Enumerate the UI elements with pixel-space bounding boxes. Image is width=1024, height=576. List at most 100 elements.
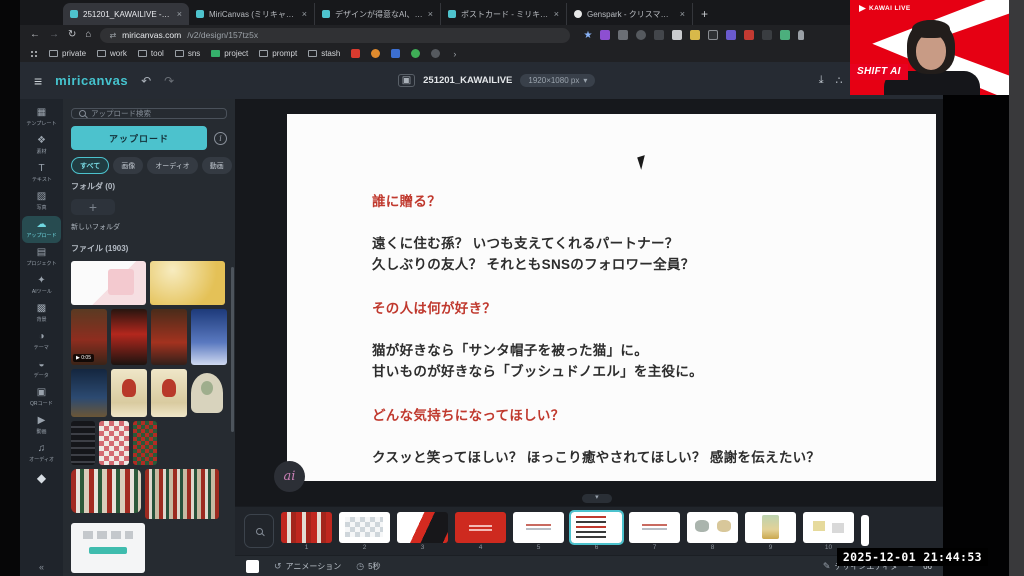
page-thumbnail[interactable]: [455, 512, 506, 543]
page-text-line[interactable]: 久しぶりの友人？ それともSNSのフォロワー全員？: [372, 254, 896, 275]
browser-tab[interactable]: 251201_KAWAILIVE - ミリキ ×: [63, 3, 189, 25]
extension-icon[interactable]: [780, 30, 790, 40]
page-thumbnail[interactable]: [861, 515, 869, 546]
page-thumbnail-item[interactable]: 1: [281, 512, 332, 551]
file-thumbnail[interactable]: [111, 309, 147, 365]
rail-item[interactable]: ▶ 動画: [22, 412, 61, 439]
page-thumbnail[interactable]: [571, 512, 622, 543]
rail-item[interactable]: ▦ テンプレート: [22, 104, 61, 131]
bookmark-favicon-icon[interactable]: [371, 49, 380, 58]
extension-icon[interactable]: [618, 30, 628, 40]
add-folder-button[interactable]: +: [71, 199, 115, 215]
page-thumbnail-item[interactable]: 2: [339, 512, 390, 551]
browser-tab[interactable]: Genspark - クリスマス グリー ×: [567, 3, 693, 25]
duration-button[interactable]: ◷ 5秒: [356, 561, 380, 572]
file-thumbnail[interactable]: [71, 261, 146, 305]
browser-tab[interactable]: デザインが得意なAI、ミリクル ×: [315, 3, 441, 25]
new-tab-button[interactable]: +: [701, 7, 708, 21]
page-thumbnail-item[interactable]: 4: [455, 512, 506, 551]
bookmark-folder[interactable]: sns: [175, 49, 200, 58]
bookmark-favicon-icon[interactable]: [411, 49, 420, 58]
globe-favicon-icon[interactable]: [431, 49, 440, 58]
rail-item[interactable]: ♫ オーディオ: [22, 440, 61, 467]
download-icon[interactable]: ⤓: [819, 74, 824, 87]
extension-icon[interactable]: [708, 30, 718, 40]
collapse-rail-icon[interactable]: «: [39, 562, 44, 572]
filter-chip[interactable]: 画像: [113, 157, 143, 174]
file-thumbnail[interactable]: [133, 421, 157, 465]
reload-icon[interactable]: ↻: [68, 30, 76, 40]
gmail-favicon-icon[interactable]: [351, 49, 360, 58]
page-thumbnail-item[interactable]: 6: [571, 512, 622, 551]
site-info-icon[interactable]: ⇄: [109, 31, 116, 40]
page-thumbnail[interactable]: [629, 512, 680, 543]
filter-chip[interactable]: オーディオ: [147, 157, 198, 174]
document-title[interactable]: 251201_KAWAILIVE: [423, 75, 512, 86]
page-thumbnail[interactable]: [745, 512, 796, 543]
file-thumbnail-video[interactable]: ▶ 0:05: [71, 309, 107, 365]
rail-item[interactable]: ▨ 写真: [22, 188, 61, 215]
rail-item[interactable]: ▤ プロジェクト: [22, 244, 61, 271]
page-thumbnail-item[interactable]: 3: [397, 512, 448, 551]
bookmark-folder[interactable]: stash: [308, 49, 340, 58]
browser-tab[interactable]: MiriCanvas (ミリキャンバス) ×: [189, 3, 315, 25]
page-thumbnail-item[interactable]: 5: [513, 512, 564, 551]
ai-assistant-button[interactable]: ai: [274, 461, 305, 492]
app-logo[interactable]: miricanvas: [55, 73, 128, 88]
tab-close-icon[interactable]: ×: [302, 9, 307, 19]
bookmark-folder[interactable]: private: [49, 49, 86, 58]
bookmarks-overflow-icon[interactable]: ›: [453, 49, 456, 59]
rail-item[interactable]: ✦ AIツール: [22, 272, 61, 299]
file-thumbnail[interactable]: [71, 523, 145, 573]
filter-chip[interactable]: 動画: [202, 157, 232, 174]
tab-close-icon[interactable]: ×: [554, 9, 559, 19]
forward-icon[interactable]: →: [49, 30, 59, 40]
bookmark-star-icon[interactable]: ★: [583, 30, 592, 41]
file-thumbnail[interactable]: [99, 421, 129, 465]
bookmark-folder[interactable]: work: [97, 49, 127, 58]
tab-close-icon[interactable]: ×: [680, 9, 685, 19]
file-thumbnail[interactable]: [191, 309, 227, 365]
extension-icon[interactable]: [726, 30, 736, 40]
page-text-line[interactable]: その人は何が好き？: [372, 298, 896, 319]
file-thumbnail[interactable]: [71, 369, 107, 417]
page-thumbnail[interactable]: [339, 512, 390, 543]
file-thumbnail[interactable]: [150, 261, 225, 305]
page-thumbnail-item[interactable]: 9: [745, 512, 796, 551]
move-to-folder-icon[interactable]: ▣: [398, 74, 415, 87]
rail-item[interactable]: ❖ 素材: [22, 132, 61, 159]
extension-icon[interactable]: [600, 30, 610, 40]
extension-icon[interactable]: [690, 30, 700, 40]
file-thumbnail[interactable]: [151, 309, 187, 365]
bookmark-folder[interactable]: project: [211, 49, 248, 58]
page-text-line[interactable]: 猫が好きなら「サンタ帽子を被った猫」に。: [372, 340, 896, 361]
page-thumbnail-item[interactable]: 10: [803, 512, 854, 551]
rail-item[interactable]: ☁ アップロード: [22, 216, 61, 243]
info-icon[interactable]: i: [214, 132, 227, 145]
tab-close-icon[interactable]: ×: [428, 9, 433, 19]
page-text-line[interactable]: 甘いものが好きなら「ブッシュドノエル」を主役に。: [372, 361, 896, 382]
page-text-line[interactable]: どんな気持ちになってほしい？: [372, 405, 896, 426]
bookmark-folder[interactable]: tool: [138, 49, 164, 58]
apps-grid-icon[interactable]: [30, 50, 38, 58]
tab-close-icon[interactable]: ×: [177, 9, 182, 19]
shield-icon[interactable]: ◆: [37, 471, 46, 485]
menu-icon[interactable]: ≡: [34, 73, 42, 89]
filter-chip[interactable]: すべて: [71, 157, 109, 174]
page-thumbnail-item[interactable]: [861, 515, 869, 547]
page-text-line[interactable]: 遠くに住む孫？ いつも支えてくれるパートナー？: [372, 233, 896, 254]
extension-icon[interactable]: [636, 30, 646, 40]
file-thumbnail[interactable]: [111, 369, 147, 417]
page-search-button[interactable]: [244, 514, 274, 548]
file-thumbnail[interactable]: [71, 421, 95, 465]
bookmark-favicon-icon[interactable]: [391, 49, 400, 58]
upload-search[interactable]: [71, 108, 227, 119]
rail-item[interactable]: ▣ QRコード: [22, 384, 61, 411]
page-thumbnail-item[interactable]: 7: [629, 512, 680, 551]
share-icon[interactable]: ∴: [836, 74, 843, 87]
page-thumbnail[interactable]: [687, 512, 738, 543]
design-page[interactable]: 誰に贈る？ 遠くに住む孫？ いつも支えてくれるパートナー？ 久しぶりの友人？ そ…: [287, 114, 936, 481]
extension-icon[interactable]: [762, 30, 772, 40]
canvas-size-selector[interactable]: 1920×1080 px ▾: [520, 74, 595, 87]
home-icon[interactable]: ⌂: [85, 30, 91, 40]
